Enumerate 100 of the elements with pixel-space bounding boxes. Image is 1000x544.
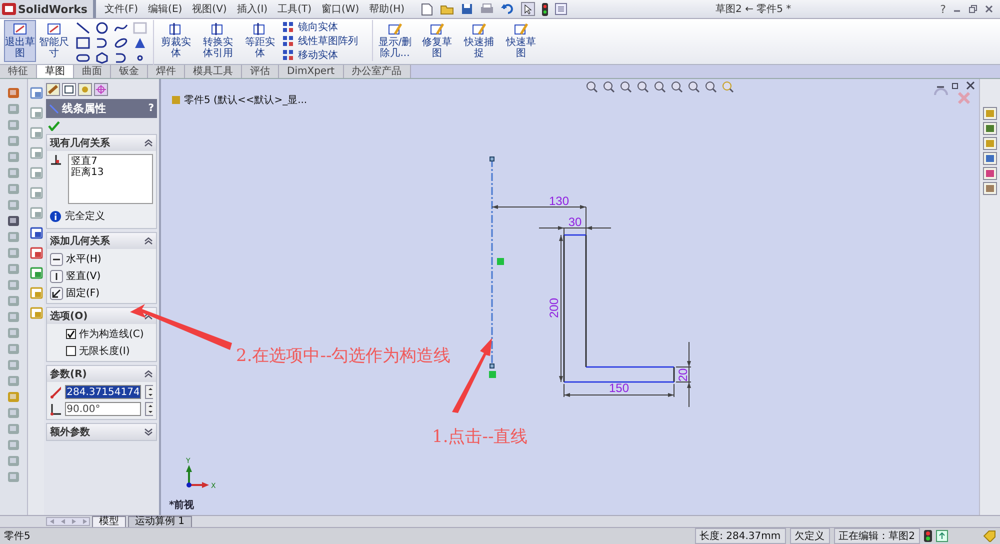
construction-line[interactable] [491, 159, 493, 366]
ribbon-button[interactable]: 转换实体引用 [198, 20, 238, 62]
restore-icon[interactable] [951, 81, 960, 90]
relation-button[interactable]: 固定(F) [50, 286, 153, 300]
help-button[interactable]: ? [148, 103, 154, 114]
view-tool-icon[interactable] [586, 81, 598, 93]
menu-item[interactable]: 插入(I) [234, 2, 270, 16]
spinner-icon[interactable] [144, 402, 153, 416]
sketch-tool-icon[interactable] [30, 87, 42, 99]
feature-tool-icon[interactable] [7, 87, 20, 99]
new-document-icon[interactable] [420, 2, 433, 16]
chevron-icon[interactable] [144, 139, 153, 147]
tab[interactable]: 特征 [0, 65, 37, 78]
tab[interactable]: 运动算例 1 [128, 516, 192, 528]
undo-icon[interactable] [500, 3, 514, 15]
task-pane-icon[interactable] [983, 167, 997, 180]
tab[interactable]: 钣金 [111, 65, 148, 78]
menu-item[interactable]: 文件(F) [102, 2, 140, 16]
checkbox[interactable]: 无限长度(I) [50, 344, 153, 358]
list-item[interactable]: 竖直7 [71, 156, 150, 167]
cursor-icon[interactable] [520, 2, 535, 16]
property-manager-tab-icon[interactable] [62, 83, 76, 96]
ribbon-button[interactable]: 显示/删除几... [375, 20, 415, 62]
ribbon-button[interactable]: 智能尺寸 [38, 20, 70, 62]
task-pane-icon[interactable] [983, 137, 997, 150]
close-icon[interactable] [984, 4, 994, 14]
feature-tool-icon[interactable] [7, 215, 20, 227]
tab[interactable]: 模型 [92, 516, 126, 528]
view-tool-icon[interactable] [688, 81, 700, 93]
line-icon[interactable] [76, 22, 90, 34]
dimension-value[interactable]: 150 [608, 381, 630, 395]
menu-item[interactable]: 窗口(W) [320, 2, 362, 16]
task-pane-icon[interactable] [983, 107, 997, 120]
ribbon-button[interactable]: 移动实体 [282, 48, 358, 61]
task-pane-icon[interactable] [983, 152, 997, 165]
ribbon-button[interactable]: 退出草图 [4, 20, 36, 62]
options-icon[interactable] [554, 3, 567, 15]
traffic-light-icon[interactable] [924, 530, 932, 542]
checkbox[interactable]: 作为构造线(C) [50, 327, 153, 341]
rect-icon[interactable] [76, 37, 90, 49]
tab[interactable]: 模具工具 [185, 65, 242, 78]
ribbon-button[interactable]: 剪裁实体 [156, 20, 196, 62]
relations-list[interactable]: 竖直7 距离13 [68, 154, 153, 204]
tab[interactable]: 焊件 [148, 65, 185, 78]
tab[interactable]: 草图 [37, 65, 74, 78]
ribbon-button[interactable]: 快速草图 [501, 20, 541, 62]
dimension-value[interactable]: 30 [568, 215, 582, 229]
help-icon[interactable] [936, 530, 948, 542]
view-tool-icon[interactable] [722, 81, 734, 93]
endpoint-handle[interactable] [490, 156, 494, 162]
menu-item[interactable]: 编辑(E) [146, 2, 184, 16]
endpoint-handle[interactable] [490, 364, 494, 368]
folder-icon[interactable] [440, 3, 454, 15]
help-button[interactable]: ? [940, 2, 946, 16]
polygon-icon[interactable] [95, 52, 109, 64]
chevron-icon[interactable] [144, 237, 153, 245]
tab[interactable]: 办公室产品 [344, 65, 411, 78]
tab[interactable]: 评估 [242, 65, 279, 78]
menu-item[interactable]: 帮助(H) [367, 2, 407, 16]
l-shape-sketch[interactable] [563, 234, 675, 383]
spline-icon[interactable] [114, 22, 128, 34]
ribbon-button[interactable]: 修复草图 [417, 20, 457, 62]
task-pane-icon[interactable] [983, 122, 997, 135]
slot-icon[interactable] [76, 52, 90, 64]
sketch-tool-icon[interactable] [30, 267, 42, 279]
list-item[interactable]: 距离13 [71, 167, 150, 178]
ellipse-icon[interactable] [114, 37, 128, 49]
tab[interactable]: 曲面 [74, 65, 111, 78]
dimension-value[interactable]: 20 [676, 368, 690, 382]
checkmark-icon[interactable] [48, 121, 60, 131]
ribbon-button[interactable]: 等距实体 [240, 20, 280, 62]
view-tool-icon[interactable] [637, 81, 649, 93]
view-tool-icon[interactable] [705, 81, 717, 93]
dimension-value[interactable]: 200 [547, 298, 561, 318]
sketch-tool-icon[interactable] [30, 227, 42, 239]
tab-scroll-icon[interactable] [46, 517, 90, 526]
tag-icon[interactable] [982, 530, 996, 542]
restore-icon[interactable] [968, 4, 978, 14]
relation-button[interactable]: 竖直(V) [50, 269, 153, 283]
crosshair-tab-icon[interactable] [94, 83, 108, 96]
save-icon[interactable] [460, 3, 473, 15]
feature-manager-tab-icon[interactable] [46, 83, 60, 96]
relation-button[interactable]: 水平(H) [50, 252, 153, 266]
view-tool-icon[interactable] [654, 81, 666, 93]
fillet-icon[interactable] [114, 52, 128, 64]
chevron-icon[interactable] [144, 370, 153, 378]
view-tool-icon[interactable] [671, 81, 683, 93]
arc-icon[interactable] [95, 37, 109, 49]
traffic-light-icon[interactable] [542, 2, 548, 16]
tab[interactable]: DimXpert [279, 65, 344, 78]
chevron-icon[interactable] [144, 428, 153, 436]
input-field[interactable]: 90.00° [64, 402, 141, 416]
chevron-icon[interactable] [144, 312, 153, 320]
view-tool-icon[interactable] [603, 81, 615, 93]
spinner-icon[interactable] [144, 385, 153, 399]
dimension-value[interactable]: 130 [548, 194, 570, 208]
printer-icon[interactable] [480, 3, 494, 15]
sketch-tool-icon[interactable] [30, 247, 42, 259]
ribbon-button[interactable]: 线性草图阵列 [282, 34, 358, 47]
breadcrumb[interactable]: 零件5 (默认<<默认>_显... [184, 93, 308, 107]
